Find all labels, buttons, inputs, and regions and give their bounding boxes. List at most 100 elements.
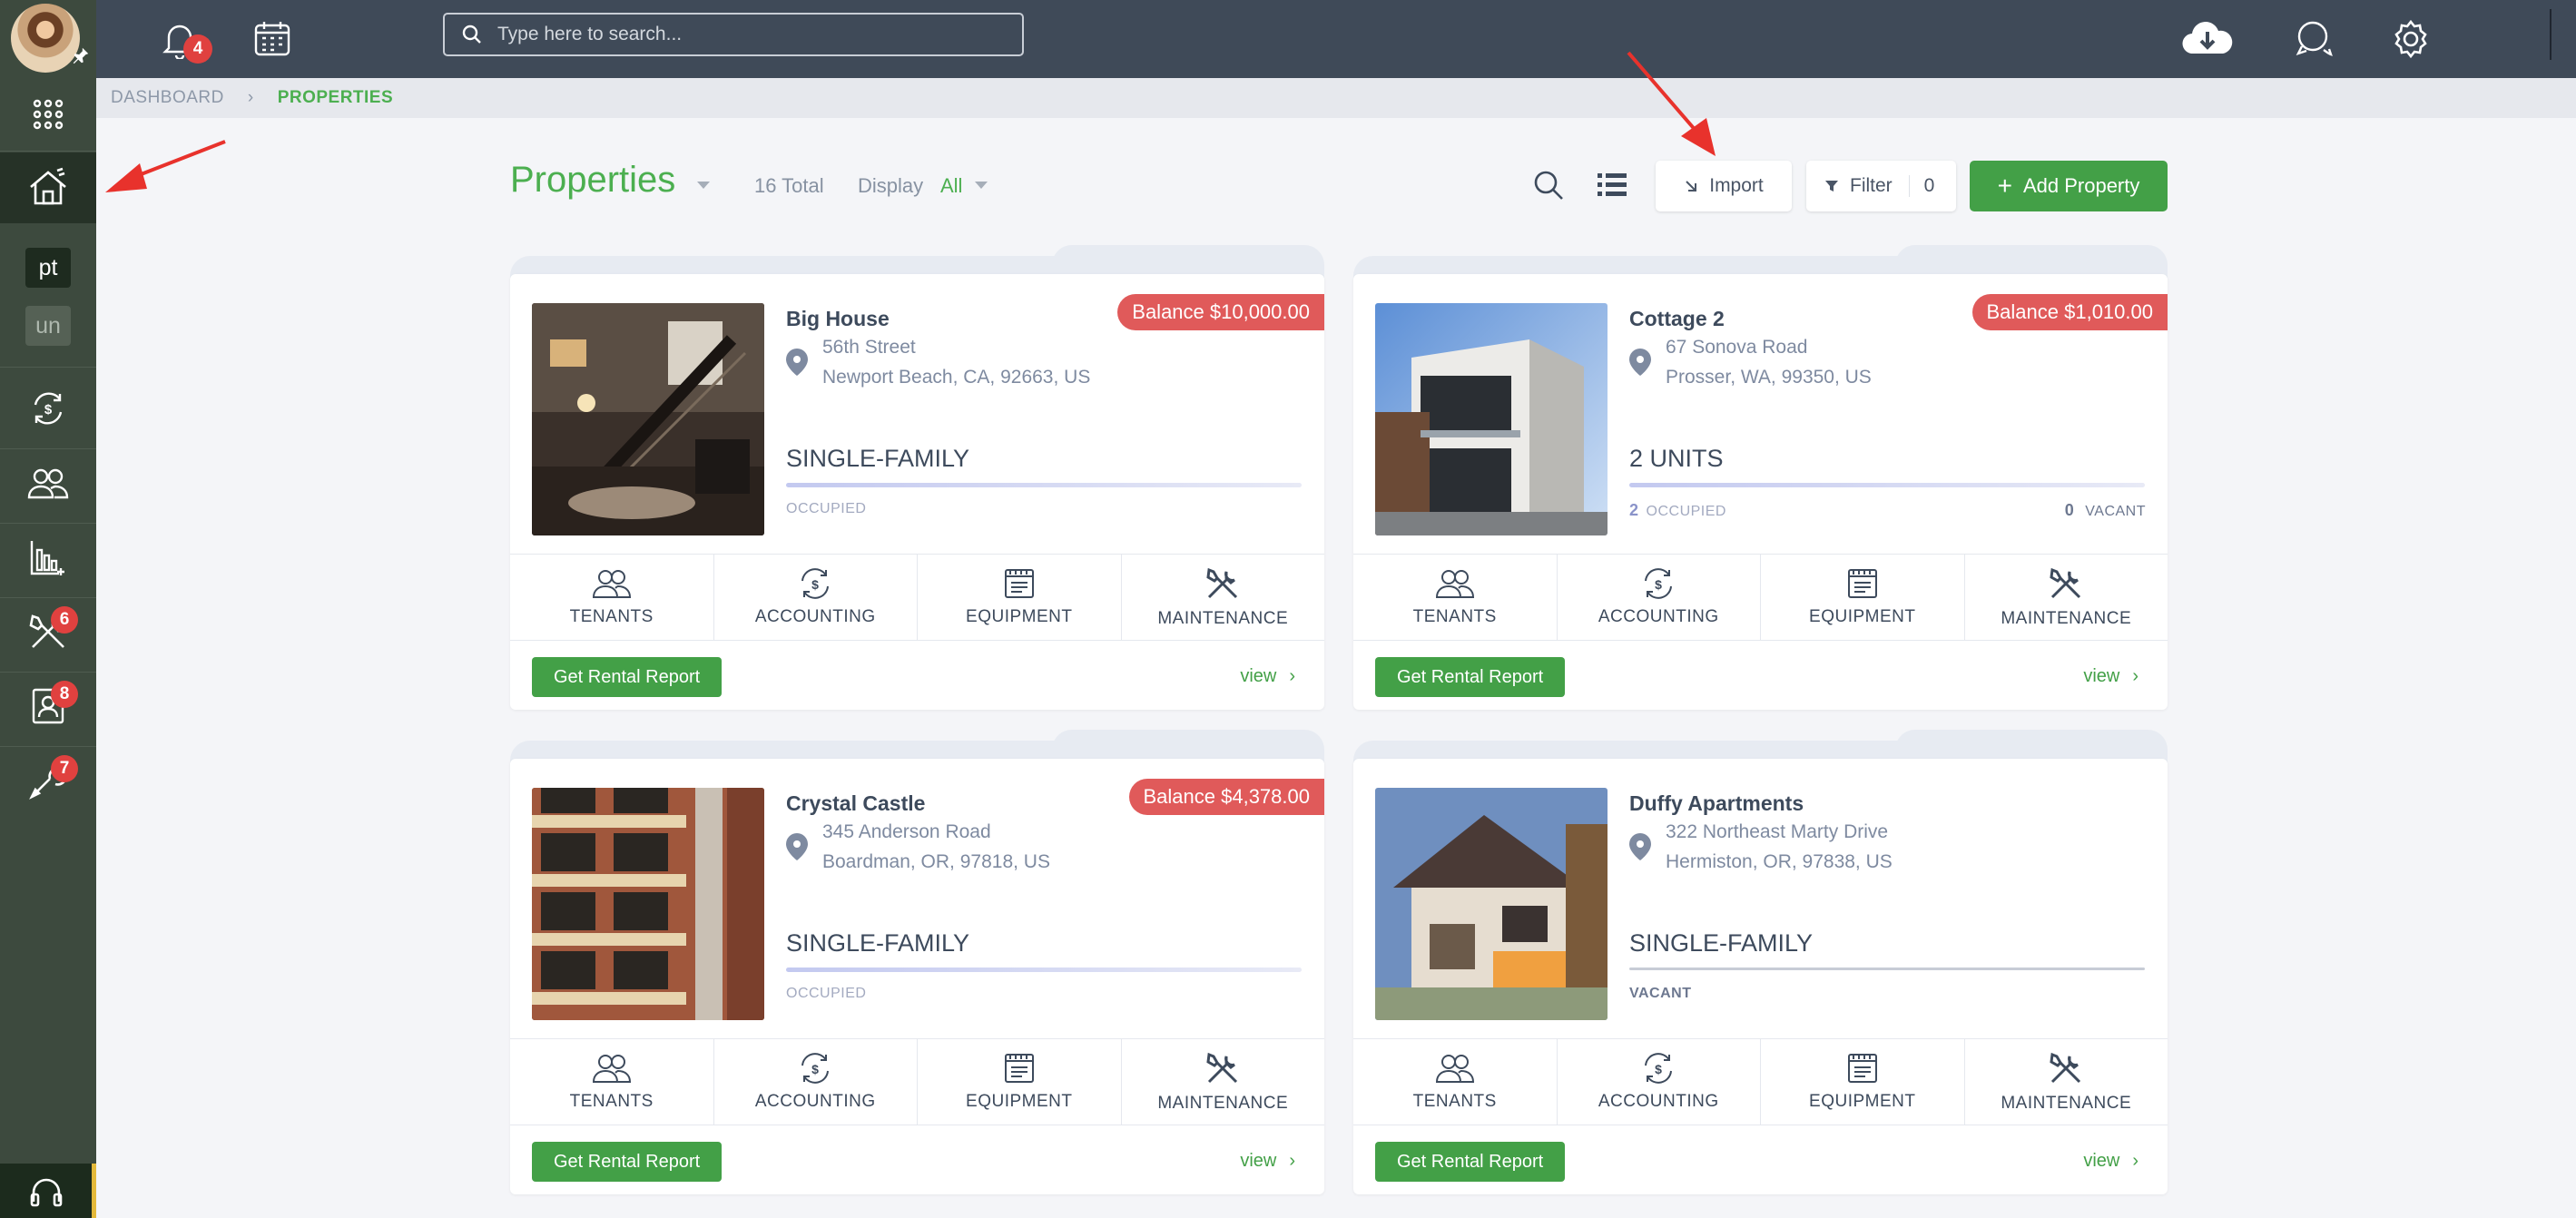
equipment-button[interactable]: EQUIPMENT bbox=[1761, 1039, 1965, 1125]
property-photo[interactable] bbox=[1375, 303, 1608, 535]
view-link[interactable]: view › bbox=[1240, 1151, 1295, 1172]
search-bar[interactable] bbox=[443, 13, 1024, 56]
sidebar-tag-pt[interactable]: pt bbox=[0, 243, 96, 292]
chevron-right-icon: › bbox=[1289, 666, 1295, 686]
display-dropdown-icon[interactable] bbox=[975, 182, 988, 189]
equipment-button[interactable]: EQUIPMENT bbox=[1761, 555, 1965, 640]
tools-badge: 7 bbox=[51, 755, 78, 782]
sidebar-item-maintenance[interactable] bbox=[0, 603, 96, 661]
accounting-button[interactable]: $ ACCOUNTING bbox=[1558, 1039, 1761, 1125]
apps-grid-icon[interactable] bbox=[0, 87, 96, 142]
filter-icon bbox=[1825, 181, 1838, 192]
gear-icon bbox=[2394, 19, 2427, 59]
occupancy-status: OCCUPIED bbox=[786, 501, 867, 516]
accounting-button[interactable]: $ ACCOUNTING bbox=[1558, 555, 1761, 640]
annotation-arrow-icon bbox=[105, 140, 226, 192]
property-card[interactable]: Duffy Apartments 322 Northeast Marty Dri… bbox=[1353, 730, 2168, 1194]
property-name[interactable]: Cottage 2 bbox=[1629, 307, 1725, 331]
rental-report-button[interactable]: Get Rental Report bbox=[532, 657, 723, 697]
occupancy-bar bbox=[786, 968, 1302, 972]
search-properties-button[interactable] bbox=[1532, 169, 1565, 201]
people-icon bbox=[27, 468, 69, 499]
breadcrumb-properties: PROPERTIES bbox=[277, 88, 394, 107]
pin-icon[interactable] bbox=[71, 45, 91, 65]
property-photo[interactable] bbox=[532, 788, 764, 1020]
property-card[interactable]: Balance $4,378.00 Crystal Castle 345 And… bbox=[510, 730, 1325, 1194]
logout-button[interactable] bbox=[2572, 0, 2576, 78]
location-pin-icon bbox=[1629, 349, 1651, 376]
property-card[interactable]: Balance $1,010.00 Cottage 2 67 Sonova Ro… bbox=[1353, 245, 2168, 710]
occupancy-status: OCCUPIED bbox=[786, 986, 867, 1001]
search-input[interactable] bbox=[497, 24, 988, 45]
sidebar-item-properties[interactable] bbox=[0, 152, 96, 223]
view-link[interactable]: view › bbox=[2083, 1151, 2138, 1172]
tenants-icon bbox=[1435, 570, 1474, 598]
property-type: 2 UNITS bbox=[1629, 445, 1724, 472]
maintenance-button[interactable]: MAINTENANCE bbox=[1965, 555, 2168, 640]
settings-button[interactable] bbox=[2382, 0, 2440, 78]
page-title[interactable]: Properties bbox=[510, 160, 675, 201]
sidebar-item-people[interactable] bbox=[0, 454, 96, 512]
chat-bubbles-icon bbox=[2296, 21, 2333, 56]
list-view-button[interactable] bbox=[1598, 169, 1627, 201]
equipment-icon bbox=[1004, 1054, 1034, 1083]
tenants-button[interactable]: TENANTS bbox=[1353, 1039, 1558, 1125]
property-name[interactable]: Big House bbox=[786, 307, 890, 331]
maintenance-button[interactable]: MAINTENANCE bbox=[1122, 555, 1325, 640]
property-name[interactable]: Duffy Apartments bbox=[1629, 791, 1804, 816]
house-icon bbox=[30, 167, 66, 205]
accounting-icon: $ bbox=[1645, 1053, 1673, 1084]
sidebar-item-reports[interactable] bbox=[0, 528, 96, 586]
property-card[interactable]: Balance $10,000.00 Big House 56th Street… bbox=[510, 245, 1325, 710]
accounting-button[interactable]: $ ACCOUNTING bbox=[714, 1039, 918, 1125]
display-select[interactable]: All bbox=[940, 174, 962, 198]
equipment-icon bbox=[1004, 569, 1034, 598]
equipment-button[interactable]: EQUIPMENT bbox=[918, 1039, 1122, 1125]
maintenance-button[interactable]: MAINTENANCE bbox=[1122, 1039, 1325, 1125]
chevron-right-icon: › bbox=[2132, 666, 2138, 686]
filter-button[interactable]: Filter 0 bbox=[1806, 161, 1956, 211]
property-name[interactable]: Crystal Castle bbox=[786, 791, 925, 816]
maintenance-button[interactable]: MAINTENANCE bbox=[1965, 1039, 2168, 1125]
annotation-arrow-icon bbox=[1627, 51, 1716, 156]
filter-count: 0 bbox=[1908, 175, 1934, 197]
calendar-button[interactable] bbox=[243, 0, 301, 78]
import-button[interactable]: Import bbox=[1656, 161, 1792, 211]
vacancy-status: 0 VACANT bbox=[2064, 501, 2146, 519]
svg-text:$: $ bbox=[1655, 577, 1662, 592]
tenants-button[interactable]: TENANTS bbox=[1353, 555, 1558, 640]
add-property-button[interactable]: + Add Property bbox=[1970, 161, 2168, 211]
balance-badge: Balance $4,378.00 bbox=[1128, 779, 1324, 815]
occupancy-bar bbox=[1629, 483, 2145, 487]
sidebar-tag-un[interactable]: un bbox=[0, 301, 96, 350]
accounting-icon: $ bbox=[801, 1053, 830, 1084]
svg-text:$: $ bbox=[811, 1062, 819, 1076]
notifications-badge: 4 bbox=[183, 34, 212, 64]
rental-report-button[interactable]: Get Rental Report bbox=[1375, 1142, 1566, 1182]
sidebar-item-accounting[interactable]: $ bbox=[0, 379, 96, 437]
rental-report-button[interactable]: Get Rental Report bbox=[532, 1142, 723, 1182]
equipment-button[interactable]: EQUIPMENT bbox=[918, 555, 1122, 640]
view-link[interactable]: view › bbox=[2083, 666, 2138, 687]
rental-report-button[interactable]: Get Rental Report bbox=[1375, 657, 1566, 697]
title-dropdown-icon[interactable] bbox=[697, 182, 710, 189]
view-link[interactable]: view › bbox=[1240, 666, 1295, 687]
tenants-icon bbox=[592, 1055, 631, 1083]
download-button[interactable] bbox=[2175, 0, 2240, 78]
property-photo[interactable] bbox=[1375, 788, 1608, 1020]
svg-text:$: $ bbox=[44, 402, 53, 417]
svg-text:$: $ bbox=[811, 577, 819, 592]
tenants-button[interactable]: TENANTS bbox=[510, 1039, 714, 1125]
equipment-icon bbox=[1847, 1054, 1877, 1083]
messages-button[interactable] bbox=[2286, 0, 2344, 78]
sidebar-item-tenant-contacts[interactable] bbox=[0, 677, 96, 735]
accounting-button[interactable]: $ ACCOUNTING bbox=[714, 555, 918, 640]
breadcrumb-dashboard[interactable]: DASHBOARD bbox=[111, 88, 224, 108]
user-avatar[interactable] bbox=[11, 4, 80, 73]
property-photo[interactable] bbox=[532, 303, 764, 535]
property-address: 56th Street Newport Beach, CA, 92663, US bbox=[822, 337, 1091, 388]
tenants-button[interactable]: TENANTS bbox=[510, 555, 714, 640]
support-button[interactable] bbox=[0, 1164, 96, 1218]
sidebar-item-tools[interactable] bbox=[0, 751, 96, 810]
chevron-right-icon: › bbox=[2132, 1151, 2138, 1171]
